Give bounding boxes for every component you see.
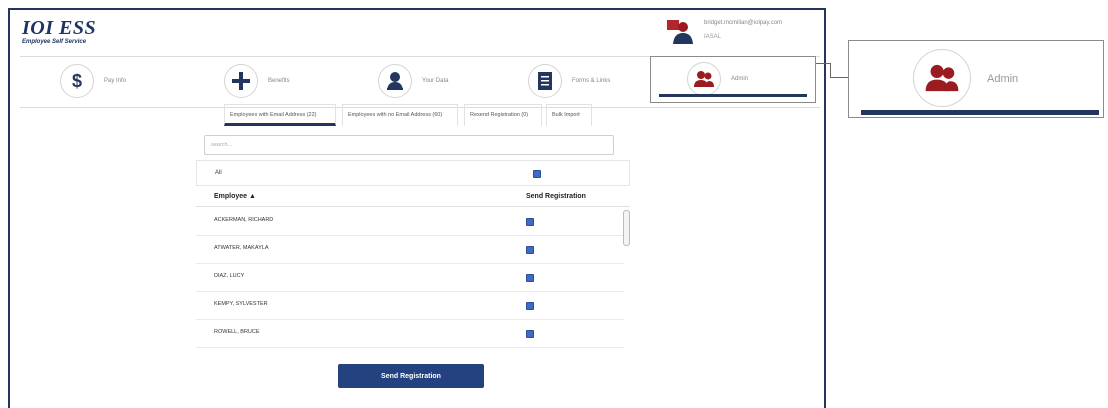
- send-registration-button[interactable]: Send Registration: [338, 364, 484, 388]
- app-logo[interactable]: IOI ESS Employee Self Service: [22, 18, 96, 45]
- scrollbar-thumb[interactable]: [623, 210, 630, 246]
- select-all-checkbox[interactable]: [533, 170, 541, 178]
- employee-name: ATWATER, MAKAYLA: [214, 245, 269, 251]
- active-tab-indicator: [861, 110, 1099, 115]
- send-registration-checkbox[interactable]: [526, 302, 534, 310]
- nav-label-admin: Admin: [731, 76, 749, 82]
- nav-item-benefits[interactable]: Benefits: [224, 57, 364, 107]
- document-icon: [528, 64, 562, 98]
- zoom-callout-label: Admin: [987, 73, 1019, 85]
- logo-subtitle: Employee Self Service: [22, 39, 87, 45]
- send-registration-checkbox[interactable]: [526, 330, 534, 338]
- user-email: bridget.mcmilian@iolpay.com: [704, 20, 783, 26]
- user-avatar-icon: [667, 20, 693, 44]
- table-row: ROWELL, BRUCE: [196, 319, 624, 348]
- employee-name: KEMPY, SYLVESTER: [214, 301, 268, 307]
- nav-item-pay-info[interactable]: $ Pay Info: [60, 57, 200, 107]
- user-sub-label: IASAL: [704, 34, 722, 40]
- person-icon: [378, 64, 412, 98]
- logo-text: IOI ESS: [22, 17, 97, 39]
- plus-icon: [224, 64, 258, 98]
- callout-connector: [830, 77, 848, 78]
- dollar-icon: $: [60, 64, 94, 98]
- tab-no-email[interactable]: Employees with no Email Address (60): [342, 104, 458, 126]
- employee-name: ACKERMAN, RICHARD: [214, 217, 274, 223]
- employee-name: DIAZ, LUCY: [214, 273, 245, 279]
- active-tab-indicator: [659, 94, 807, 97]
- nav-label-forms-links: Forms & Links: [572, 78, 611, 84]
- select-all-label: All: [215, 170, 222, 176]
- send-registration-checkbox[interactable]: [526, 246, 534, 254]
- svg-text:$: $: [72, 71, 82, 91]
- nav-item-forms-links[interactable]: Forms & Links: [528, 57, 668, 107]
- nav-label-pay-info: Pay Info: [104, 78, 127, 84]
- select-all-row: All: [196, 160, 630, 186]
- admin-zoom-callout: Admin: [848, 40, 1104, 118]
- table-row: KEMPY, SYLVESTER: [196, 291, 624, 320]
- callout-connector: [830, 63, 831, 77]
- people-icon: [913, 49, 971, 107]
- people-icon: [687, 62, 721, 96]
- table-row: DIAZ, LUCY: [196, 263, 624, 292]
- user-menu[interactable]: bridget.mcmilian@iolpay.com IASAL: [666, 16, 826, 48]
- nav-item-admin[interactable]: Admin: [650, 56, 816, 103]
- column-header-employee[interactable]: Employee ▲: [214, 193, 256, 200]
- send-registration-checkbox[interactable]: [526, 218, 534, 226]
- table-row: ACKERMAN, RICHARD: [196, 207, 624, 236]
- tab-bulk-import[interactable]: Bulk Import: [546, 104, 592, 126]
- employee-name: ROWELL, BRUCE: [214, 329, 260, 335]
- tab-resend-registration[interactable]: Resend Registration (0): [464, 104, 542, 126]
- employee-list: ACKERMAN, RICHARD ATWATER, MAKAYLA DIAZ,…: [196, 206, 630, 355]
- search-input[interactable]: search...: [204, 135, 614, 155]
- column-header-send-registration: Send Registration: [526, 193, 586, 200]
- nav-item-your-data[interactable]: Your Data: [378, 57, 518, 107]
- send-registration-checkbox[interactable]: [526, 274, 534, 282]
- nav-label-your-data: Your Data: [422, 78, 449, 84]
- nav-label-benefits: Benefits: [268, 78, 290, 84]
- table-row: ATWATER, MAKAYLA: [196, 235, 624, 264]
- list-scrollbar[interactable]: [622, 208, 630, 352]
- tab-with-email[interactable]: Employees with Email Address (22): [224, 104, 336, 126]
- callout-connector: [816, 63, 830, 64]
